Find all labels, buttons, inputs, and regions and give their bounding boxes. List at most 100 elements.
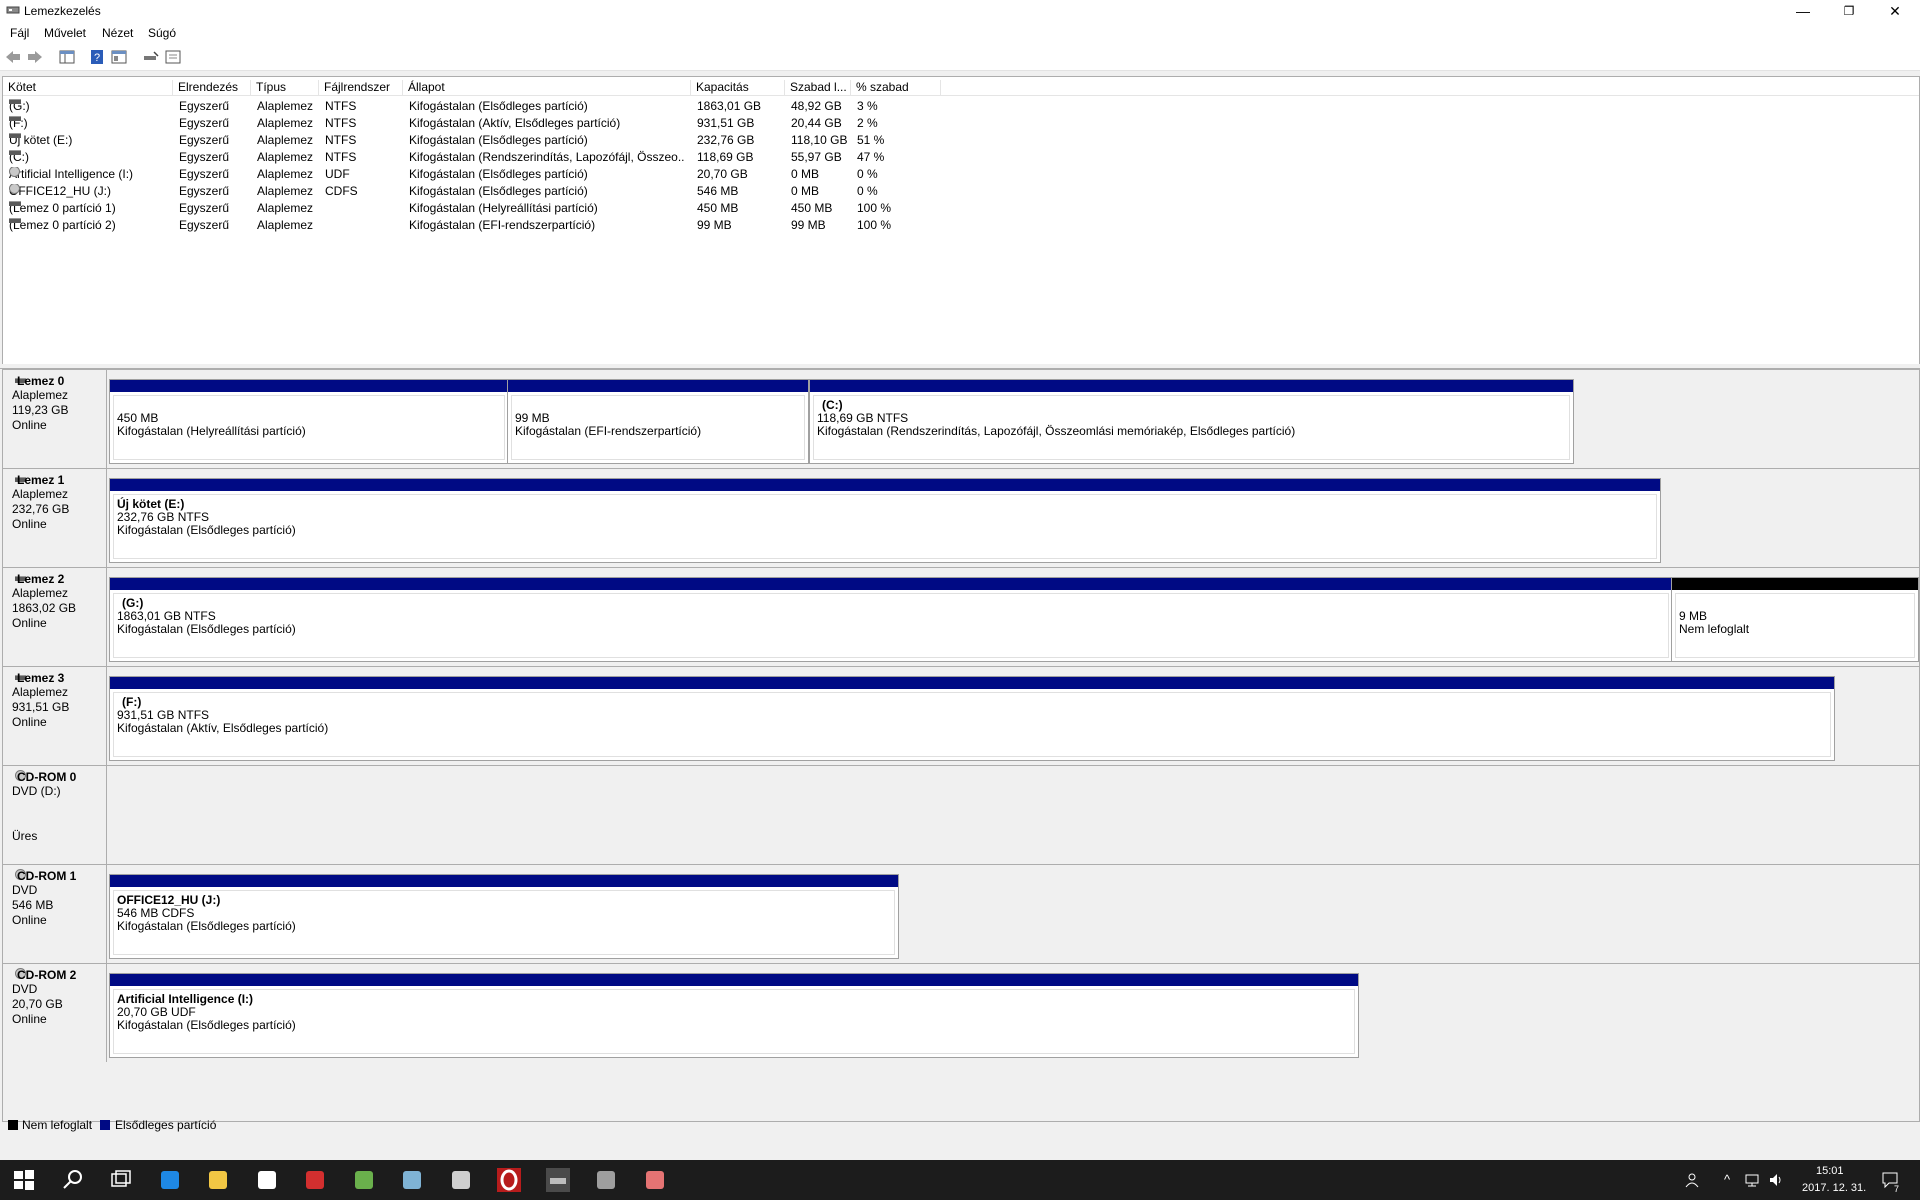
partition-status: Kifogástalan (Elsődleges partíció) [117, 1018, 296, 1032]
title-bar: Lemezkezelés — ❐ ✕ [0, 0, 1920, 22]
disk-row: Lemez 1 Alaplemez 232,76 GB Online Új kötet … [3, 468, 1919, 568]
partition-block[interactable]: (F:) 931,51 GB NTFS Kifogástalan (Aktív, E… [109, 676, 1835, 761]
calculator-icon[interactable] [449, 1168, 473, 1192]
disk-info[interactable]: CD-ROM 1 DVD 546 MB Online [3, 865, 107, 963]
column-header-volume[interactable]: Kötet [3, 80, 173, 95]
primary-partition-bar [110, 974, 1358, 986]
column-header-percent-free[interactable]: % szabad [851, 80, 941, 95]
network-drive-icon[interactable] [594, 1168, 618, 1192]
primary-partition-bar [110, 380, 508, 392]
disk-management-icon[interactable] [545, 1168, 570, 1192]
volume-free-space-cell: 0 MB [791, 167, 820, 181]
connect-disk-icon[interactable] [142, 48, 160, 66]
minimize-button[interactable]: — [1780, 0, 1826, 22]
volume-filesystem-cell: UDF [325, 167, 350, 181]
utorrent-icon[interactable] [352, 1168, 376, 1192]
notes-icon[interactable] [400, 1168, 424, 1192]
forward-icon[interactable] [26, 48, 44, 66]
back-icon[interactable] [4, 48, 22, 66]
disk-size: 546 MB [12, 898, 54, 912]
disk-management-app-icon [6, 6, 20, 14]
cloud-drive-icon[interactable] [643, 1168, 667, 1192]
partition-block[interactable]: Új kötet (E:) 232,76 GB NTFS Kifogástalan … [109, 478, 1661, 563]
volume-row[interactable]: (C:) Egyszerű Alaplemez NTFS Kifogástalan (R… [3, 148, 1919, 165]
menu-file[interactable]: Fájl [10, 26, 29, 40]
disk-status: Online [12, 913, 47, 927]
volume-layout-cell: Egyszerű [179, 184, 230, 198]
volume-row[interactable]: Új kötet (E:) Egyszerű Alaplemez NTFS Kifogá… [3, 131, 1919, 148]
partition-block[interactable]: (G:) 1863,01 GB NTFS Kifogástalan (Elsődle… [109, 577, 1673, 662]
menu-view[interactable]: Nézet [102, 26, 133, 40]
clock-time[interactable]: 15:01 [1816, 1165, 1844, 1177]
partition-block[interactable]: OFFICE12_HU (J:) 546 MB CDFS Kifogástalan … [109, 874, 899, 959]
people-icon[interactable] [1684, 1172, 1700, 1188]
partition-size: 931,51 GB NTFS [117, 708, 210, 722]
file-explorer-icon[interactable] [206, 1168, 230, 1192]
disk-row: Lemez 2 Alaplemez 1863,02 GB Online (G:) 1863… [3, 567, 1919, 667]
volume-layout-cell: Egyszerű [179, 150, 230, 164]
clock-date[interactable]: 2017. 12. 31. [1802, 1182, 1866, 1194]
partition-block[interactable]: (C:) 118,69 GB NTFS Kifogástalan (Rendszer… [809, 379, 1574, 464]
disk-info[interactable]: Lemez 1 Alaplemez 232,76 GB Online [3, 469, 107, 567]
volume-list: Kötet Elrendezés Típus Fájlrendszer Álla… [2, 76, 1920, 366]
volume-layout-cell: Egyszerű [179, 99, 230, 113]
opera-icon[interactable] [497, 1168, 521, 1192]
partition-title: (F:) [122, 695, 142, 709]
partition-details: (G:) 1863,01 GB NTFS Kifogástalan (Elsődle… [113, 593, 1669, 658]
volume-row[interactable]: (G:) Egyszerű Alaplemez NTFS Kifogástalan (E… [3, 97, 1919, 114]
maximize-button[interactable]: ❐ [1826, 0, 1872, 22]
partition-block[interactable]: 450 MB Kifogástalan (Helyreállítási partí… [109, 379, 509, 464]
disk-info[interactable]: CD-ROM 0 DVD (D:) Üres [3, 766, 107, 864]
column-header-status[interactable]: Állapot [403, 80, 691, 95]
disk-status: Online [12, 1012, 47, 1026]
media-player-icon[interactable] [303, 1168, 327, 1192]
disk-info[interactable]: Lemez 3 Alaplemez 931,51 GB Online [3, 667, 107, 765]
unallocated-space[interactable]: 9 MB Nem lefoglalt [1671, 577, 1919, 662]
disk-size: 119,23 GB [12, 403, 69, 417]
disk-type: Alaplemez [12, 487, 69, 501]
disk-info[interactable]: Lemez 2 Alaplemez 1863,02 GB Online [3, 568, 107, 666]
disk-row: CD-ROM 0 DVD (D:) Üres [3, 765, 1919, 865]
volume-row[interactable]: Artificial Intelligence (I:) Egyszerű Alap… [3, 165, 1919, 182]
partition-details: 99 MB Kifogástalan (EFI-rendszerpartíció) [511, 395, 805, 460]
close-button[interactable]: ✕ [1872, 0, 1918, 22]
show-hidden-icons-chevron-up-icon[interactable]: ^ [1724, 1172, 1730, 1187]
column-header-layout[interactable]: Elrendezés [173, 80, 251, 95]
disk-row: Lemez 0 Alaplemez 119,23 GB Online 450 MB Kif… [3, 369, 1919, 469]
volume-free-space-cell: 99 MB [791, 218, 826, 232]
partition-block[interactable]: Artificial Intelligence (I:) 20,70 GB UDF… [109, 973, 1359, 1058]
store-icon[interactable] [255, 1168, 279, 1192]
primary-partition-bar [508, 380, 808, 392]
volume-icon[interactable] [1768, 1172, 1784, 1188]
column-header-capacity[interactable]: Kapacitás [691, 80, 785, 95]
volume-row[interactable]: (F:) Egyszerű Alaplemez NTFS Kifogástalan (A… [3, 114, 1919, 131]
task-view-icon[interactable] [109, 1168, 133, 1192]
volume-filesystem-cell: NTFS [325, 99, 357, 113]
settings-list-icon[interactable] [164, 48, 182, 66]
partition-block[interactable]: 99 MB Kifogástalan (EFI-rendszerpartíció) [507, 379, 809, 464]
volume-type-cell: Alaplemez [257, 116, 314, 130]
column-header-type[interactable]: Típus [251, 80, 319, 95]
start-icon[interactable] [12, 1168, 36, 1192]
column-header-free-space[interactable]: Szabad l... [785, 80, 851, 95]
edge-icon[interactable] [158, 1168, 182, 1192]
disk-name: CD-ROM 2 [17, 968, 77, 982]
volume-name-text: (Lemez 0 partíció 1) [9, 201, 116, 215]
volume-volume-name-cell: (Lemez 0 partíció 2) [9, 218, 169, 232]
column-header-filesystem[interactable]: Fájlrendszer [319, 80, 403, 95]
menu-help[interactable]: Súgó [148, 26, 176, 40]
disk-info[interactable]: Lemez 0 Alaplemez 119,23 GB Online [3, 370, 107, 468]
properties-icon[interactable] [110, 48, 128, 66]
volume-row[interactable]: (Lemez 0 partíció 2) Egyszerű Alaplemez Kif… [3, 216, 1919, 233]
volume-status-cell: Kifogástalan (Aktív, Elsődleges partíció… [409, 116, 621, 130]
volume-row[interactable]: OFFICE12_HU (J:) Egyszerű Alaplemez CDFS Kif… [3, 182, 1919, 199]
search-icon[interactable] [61, 1168, 85, 1192]
volume-row[interactable]: (Lemez 0 partíció 1) Egyszerű Alaplemez Kif… [3, 199, 1919, 216]
disk-row: CD-ROM 2 DVD 20,70 GB Online Artificial Inte… [3, 963, 1919, 1063]
menu-action[interactable]: Művelet [44, 26, 86, 40]
console-tree-icon[interactable] [58, 48, 76, 66]
disk-info[interactable]: CD-ROM 2 DVD 20,70 GB Online [3, 964, 107, 1062]
network-icon[interactable] [1744, 1172, 1760, 1188]
volume-name-text: OFFICE12_HU (J:) [9, 184, 112, 198]
help-icon[interactable]: ? [88, 48, 106, 66]
